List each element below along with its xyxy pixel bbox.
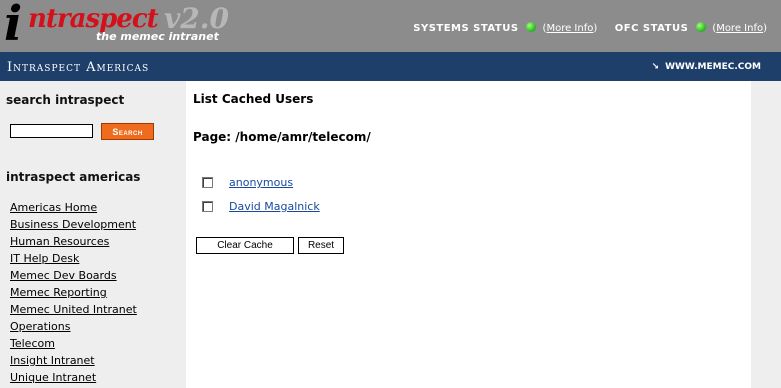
page-path: Page: /home/amr/telecom/	[193, 130, 371, 144]
systems-status-indicator-icon	[526, 22, 537, 32]
sidebar-link-telecom[interactable]: Telecom	[10, 335, 137, 352]
section-heading: intraspect americas	[6, 170, 141, 184]
user-checkbox[interactable]	[202, 201, 213, 212]
sidebar-link-insight-intranet[interactable]: Insight Intranet	[10, 352, 137, 369]
reset-button[interactable]: Reset	[298, 237, 344, 254]
user-link[interactable]: anonymous	[229, 176, 293, 189]
header: i ntraspect v2.0 the memec intranet SYST…	[0, 0, 781, 52]
right-margin	[751, 81, 781, 388]
ofc-status-more-info-text[interactable]: More Info	[716, 23, 763, 34]
status-bar: SYSTEMS STATUS (More Info) OFC STATUS (M…	[413, 21, 767, 35]
user-checkbox[interactable]	[202, 177, 213, 188]
arrow-down-right-icon: ↘	[651, 62, 660, 72]
systems-status-more-info-link[interactable]: (More Info)	[543, 23, 598, 34]
sidebar: search intraspect Search intraspect amer…	[0, 81, 186, 388]
site-title: Intraspect Americas	[7, 60, 150, 75]
sidebar-links: Americas Home Business Development Human…	[10, 199, 137, 386]
systems-status-more-info-text[interactable]: More Info	[546, 23, 593, 34]
clear-cache-button[interactable]: Clear Cache	[196, 237, 294, 254]
sidebar-link-business-development[interactable]: Business Development	[10, 216, 137, 233]
logo-tagline: the memec intranet	[96, 30, 219, 43]
sidebar-link-unique-intranet[interactable]: Unique Intranet	[10, 369, 137, 386]
sidebar-link-it-help-desk[interactable]: IT Help Desk	[10, 250, 137, 267]
main-content: List Cached Users Page: /home/amr/teleco…	[186, 81, 751, 388]
ofc-status-indicator-icon	[695, 22, 706, 32]
logo-letter: i	[4, 0, 23, 52]
memec-site-link[interactable]: ↘ WWW.MEMEC.COM	[652, 62, 761, 72]
ofc-status-more-info-link[interactable]: (More Info)	[712, 23, 767, 34]
systems-status: SYSTEMS STATUS (More Info)	[413, 21, 597, 34]
systems-status-label: SYSTEMS STATUS	[413, 23, 519, 34]
search-heading: search intraspect	[6, 93, 125, 107]
ofc-status: OFC STATUS (More Info)	[615, 21, 767, 34]
page-title: List Cached Users	[193, 92, 314, 106]
sidebar-link-human-resources[interactable]: Human Resources	[10, 233, 137, 250]
sidebar-link-memec-dev-boards[interactable]: Memec Dev Boards	[10, 267, 137, 284]
search-input[interactable]	[10, 124, 93, 138]
ofc-status-label: OFC STATUS	[614, 23, 689, 34]
sidebar-link-operations[interactable]: Operations	[10, 318, 137, 335]
memec-site-link-text[interactable]: WWW.MEMEC.COM	[665, 62, 761, 72]
nav-bar: Intraspect Americas ↘ WWW.MEMEC.COM	[0, 52, 781, 81]
sidebar-link-americas-home[interactable]: Americas Home	[10, 199, 137, 216]
user-link[interactable]: David Magalnick	[229, 200, 320, 213]
sidebar-link-memec-reporting[interactable]: Memec Reporting	[10, 284, 137, 301]
sidebar-link-memec-united-intranet[interactable]: Memec United Intranet	[10, 301, 137, 318]
intraspect-logo[interactable]: i ntraspect v2.0 the memec intranet	[0, 0, 250, 52]
search-button[interactable]: Search	[101, 123, 154, 140]
